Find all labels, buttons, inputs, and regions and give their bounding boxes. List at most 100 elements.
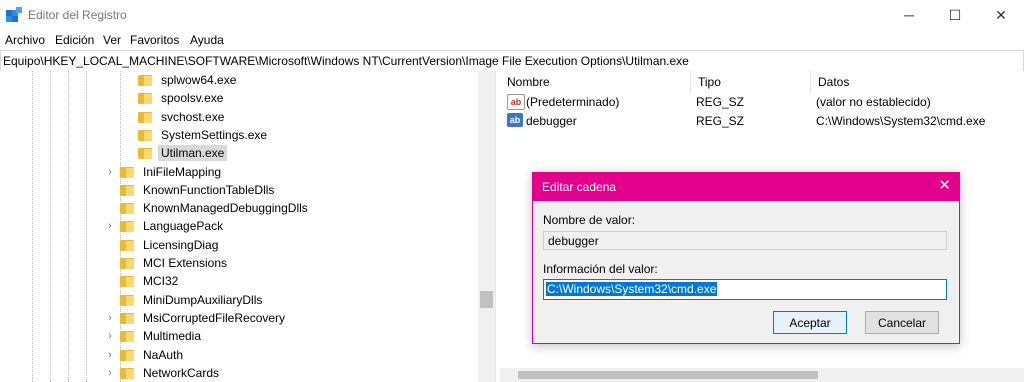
value-name-field: debugger	[543, 231, 947, 250]
chevron-right-icon[interactable]: ›	[104, 349, 116, 361]
column-header-type[interactable]: Tipo	[691, 71, 811, 93]
tree-node[interactable]: › NaAuth	[104, 346, 186, 364]
close-window-button[interactable]: ✕	[978, 0, 1024, 30]
value-data: C:\Windows\System32\cmd.exe	[816, 114, 986, 128]
tree-node-label: LicensingDiag	[143, 237, 219, 252]
tree-node[interactable]: LicensingDiag	[104, 236, 221, 254]
folder-icon	[138, 92, 152, 105]
menu-edicion[interactable]: Edición	[55, 33, 94, 47]
folder-icon	[120, 239, 134, 251]
tree-node[interactable]: splwow64.exe	[122, 71, 239, 89]
window-title: Editor del Registro	[28, 8, 127, 22]
value-name: debugger	[526, 114, 577, 128]
folder-icon	[120, 294, 134, 306]
value-data: (valor no establecido)	[816, 95, 931, 109]
cancel-button[interactable]: Cancelar	[865, 311, 939, 334]
tree-guide-line	[68, 71, 69, 382]
value-data-label: Información del valor:	[543, 262, 658, 276]
tree-node[interactable]: MCI32	[104, 272, 181, 290]
regedit-app-icon	[6, 7, 22, 23]
tree-node-label: MCI32	[143, 274, 179, 289]
edit-string-dialog: Editar cadena ✕ Nombre de valor: debugge…	[532, 172, 960, 344]
folder-icon	[138, 129, 152, 141]
tree-guide-line	[32, 71, 33, 382]
tree-node-label: NaAuth	[143, 347, 184, 362]
menu-ayuda[interactable]: Ayuda	[190, 33, 224, 47]
tree-node-label: MsiCorruptedFileRecovery	[143, 310, 286, 325]
folder-icon	[120, 166, 134, 178]
string-value-icon: ab	[507, 94, 525, 110]
address-path: Equipo\HKEY_LOCAL_MACHINE\SOFTWARE\Micro…	[3, 54, 689, 68]
tree-node[interactable]: MiniDumpAuxiliaryDlls	[104, 291, 265, 309]
tree-node[interactable]: › LanguagePack	[104, 217, 226, 235]
tree-node[interactable]: › MsiCorruptedFileRecovery	[104, 309, 288, 327]
value-name-label: Nombre de valor:	[543, 213, 636, 227]
folder-icon	[120, 330, 134, 343]
folder-icon	[138, 147, 152, 160]
value-name: (Predeterminado)	[526, 95, 620, 109]
value-row[interactable]: ab debugger REG_SZ C:\Windows\System32\c…	[500, 112, 1024, 130]
tree-node-label: IniFileMapping	[143, 164, 222, 179]
tree-node[interactable]: MCI Extensions	[104, 254, 230, 272]
folder-icon	[120, 202, 134, 215]
dialog-body: Nombre de valor: debugger Información de…	[533, 201, 959, 343]
list-horizontal-scrollbar[interactable]	[500, 368, 1024, 382]
tree-node-label: Utilman.exe	[158, 145, 228, 162]
tree-node[interactable]: KnownManagedDebuggingDlls	[104, 199, 311, 217]
tree-node[interactable]: spoolsv.exe	[122, 89, 226, 107]
tree-node-label: SystemSettings.exe	[161, 127, 268, 142]
chevron-right-icon[interactable]: ›	[104, 330, 116, 342]
title-bar: Editor del Registro ─ ☐ ✕	[0, 0, 1024, 30]
tree-node-label: Multimedia	[143, 329, 202, 344]
string-value-icon: ab	[507, 113, 523, 127]
tree-node-label: MiniDumpAuxiliaryDlls	[143, 292, 263, 307]
tree-node-label: MCI Extensions	[143, 256, 228, 270]
folder-icon	[120, 220, 134, 233]
tree-scroll-thumb[interactable]	[480, 291, 493, 308]
folder-icon	[120, 312, 134, 324]
ok-button[interactable]: Aceptar	[773, 311, 847, 334]
tree-node[interactable]: › NetworkCards	[104, 364, 222, 382]
tree-guide-line	[86, 71, 87, 382]
tree-node-label: KnownManagedDebuggingDlls	[143, 201, 308, 216]
value-data-input[interactable]: C:\Windows\System32\cmd.exe	[543, 279, 947, 300]
tree-node[interactable]: SystemSettings.exe	[122, 126, 270, 144]
column-header-data[interactable]: Datos	[811, 71, 1024, 93]
tree-node-label: KnownFunctionTableDlls	[143, 182, 275, 197]
tree-node[interactable]: KnownFunctionTableDlls	[104, 181, 277, 199]
chevron-right-icon[interactable]: ›	[104, 220, 116, 232]
column-header-name[interactable]: Nombre	[500, 71, 691, 93]
tree-node[interactable]: › IniFileMapping	[104, 163, 224, 181]
list-scroll-thumb[interactable]	[518, 371, 818, 379]
folder-icon	[120, 275, 134, 288]
address-bar[interactable]: Equipo\HKEY_LOCAL_MACHINE\SOFTWARE\Micro…	[0, 50, 1024, 72]
chevron-right-icon[interactable]: ›	[104, 367, 116, 379]
folder-icon	[120, 257, 134, 269]
menu-favoritos[interactable]: Favoritos	[130, 33, 179, 47]
key-tree: splwow64.exe spoolsv.exe svchost.exe System…	[0, 71, 478, 382]
tree-vertical-scrollbar[interactable]	[478, 71, 495, 382]
folder-icon	[138, 74, 152, 86]
folder-icon	[120, 367, 134, 379]
tree-node[interactable]: › Multimedia	[104, 327, 204, 345]
tree-node-label: LanguagePack	[143, 219, 224, 234]
tree-node[interactable]: Utilman.exe	[122, 144, 228, 162]
menu-archivo[interactable]: Archivo	[5, 33, 45, 47]
tree-node-label: svchost.exe	[161, 109, 225, 124]
tree-guide-line	[50, 71, 51, 382]
menu-ver[interactable]: Ver	[103, 33, 121, 47]
folder-icon	[120, 184, 134, 196]
tree-node-label: NetworkCards	[143, 365, 220, 380]
close-icon[interactable]: ✕	[938, 178, 951, 194]
tree-node-label: splwow64.exe	[161, 73, 237, 87]
chevron-right-icon[interactable]: ›	[104, 166, 116, 178]
dialog-title-bar[interactable]: Editar cadena ✕	[533, 173, 959, 201]
value-type: REG_SZ	[696, 114, 745, 128]
value-row[interactable]: ab (Predeterminado) REG_SZ (valor no est…	[500, 93, 1024, 111]
maximize-button[interactable]: ☐	[932, 0, 978, 30]
value-data-text: C:\Windows\System32\cmd.exe	[546, 282, 718, 296]
tree-node-label: spoolsv.exe	[161, 91, 224, 106]
chevron-right-icon[interactable]: ›	[104, 312, 116, 324]
tree-node[interactable]: svchost.exe	[122, 108, 227, 126]
minimize-button[interactable]: ─	[886, 0, 932, 30]
